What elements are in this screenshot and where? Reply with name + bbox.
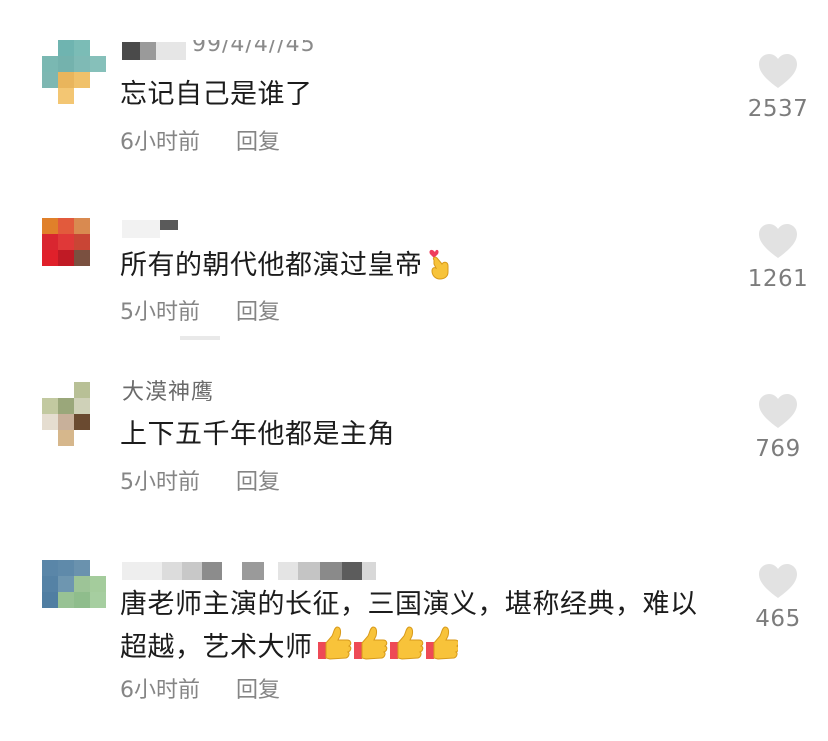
comment-meta: 6小时前 回复 xyxy=(120,130,280,156)
avatar[interactable] xyxy=(42,560,106,624)
reply-button[interactable]: 回复 xyxy=(236,678,280,704)
comment-meta: 5小时前 回复 xyxy=(120,300,280,326)
comment-meta: 6小时前 回复 xyxy=(120,678,280,704)
username-blur xyxy=(122,220,160,238)
reply-button[interactable]: 回复 xyxy=(236,130,280,156)
like-count: 1261 xyxy=(747,266,809,292)
username-blur xyxy=(202,562,222,580)
heart-icon[interactable] xyxy=(758,54,798,90)
like-count: 465 xyxy=(755,606,801,632)
username-blur xyxy=(160,220,178,230)
username[interactable]: 大漠神鹰 xyxy=(122,378,214,404)
comment-text: 唐老师主演的长征，三国演义，堪称经典，难以超越，艺术大师 xyxy=(120,586,720,673)
heart-icon[interactable] xyxy=(758,224,798,260)
comment-text: 忘记自己是谁了 xyxy=(120,79,313,110)
username-blur xyxy=(362,562,376,580)
comment-text: 所有的朝代他都演过皇帝 xyxy=(120,246,732,291)
username[interactable] xyxy=(122,560,376,586)
like-column: 465 xyxy=(728,564,828,632)
username-blur xyxy=(342,562,362,580)
username-blur xyxy=(298,562,320,580)
thumbs-up-emoji-icon xyxy=(316,624,459,673)
username-text: 99/4/4//45 xyxy=(192,40,316,57)
crossed-fingers-heart-emoji-icon xyxy=(426,246,454,291)
username-blur xyxy=(320,562,342,580)
comment-time: 6小时前 xyxy=(120,678,200,703)
username-text: 大漠神鹰 xyxy=(122,380,215,404)
heart-icon[interactable] xyxy=(758,564,798,600)
username-blur xyxy=(182,562,202,580)
comment-time: 5小时前 xyxy=(120,300,200,325)
like-column: 769 xyxy=(728,394,828,462)
avatar[interactable] xyxy=(42,382,106,446)
avatar[interactable] xyxy=(42,40,106,104)
username-blur xyxy=(122,562,162,580)
avatar[interactable] xyxy=(42,218,106,282)
username-blur xyxy=(242,562,264,580)
reply-button[interactable]: 回复 xyxy=(236,300,280,326)
username-blur xyxy=(122,42,140,60)
comment-text-content: 所有的朝代他都演过皇帝 xyxy=(120,250,423,281)
comment-time: 5小时前 xyxy=(120,470,200,495)
reply-button[interactable]: 回复 xyxy=(236,470,280,496)
username-blur xyxy=(162,562,182,580)
username[interactable]: 99/4/4//45 xyxy=(122,40,316,66)
like-column: 1261 xyxy=(728,224,828,292)
username-blur xyxy=(156,42,186,60)
comment-meta: 5小时前 回复 xyxy=(120,470,280,496)
username[interactable] xyxy=(122,218,178,244)
like-count: 769 xyxy=(755,436,801,462)
username-blur xyxy=(180,336,220,340)
username-blur xyxy=(278,562,298,580)
like-column: 2537 xyxy=(728,54,828,122)
username-blur xyxy=(140,42,156,60)
heart-icon[interactable] xyxy=(758,394,798,430)
comment-text: 上下五千年他都是主角 xyxy=(120,419,395,450)
comment-time: 6小时前 xyxy=(120,130,200,155)
like-count: 2537 xyxy=(747,96,809,122)
